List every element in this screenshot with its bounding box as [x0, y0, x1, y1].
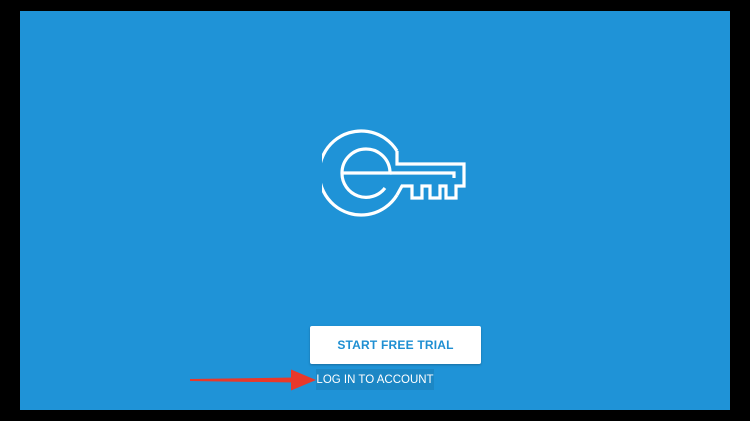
start-free-trial-button[interactable]: START FREE TRIAL — [310, 326, 481, 364]
red-arrow-icon — [190, 369, 316, 391]
key-icon — [322, 129, 466, 217]
log-in-to-account-button[interactable]: LOG IN TO ACCOUNT — [316, 369, 434, 390]
app-screen: START FREE TRIAL — [20, 11, 730, 410]
